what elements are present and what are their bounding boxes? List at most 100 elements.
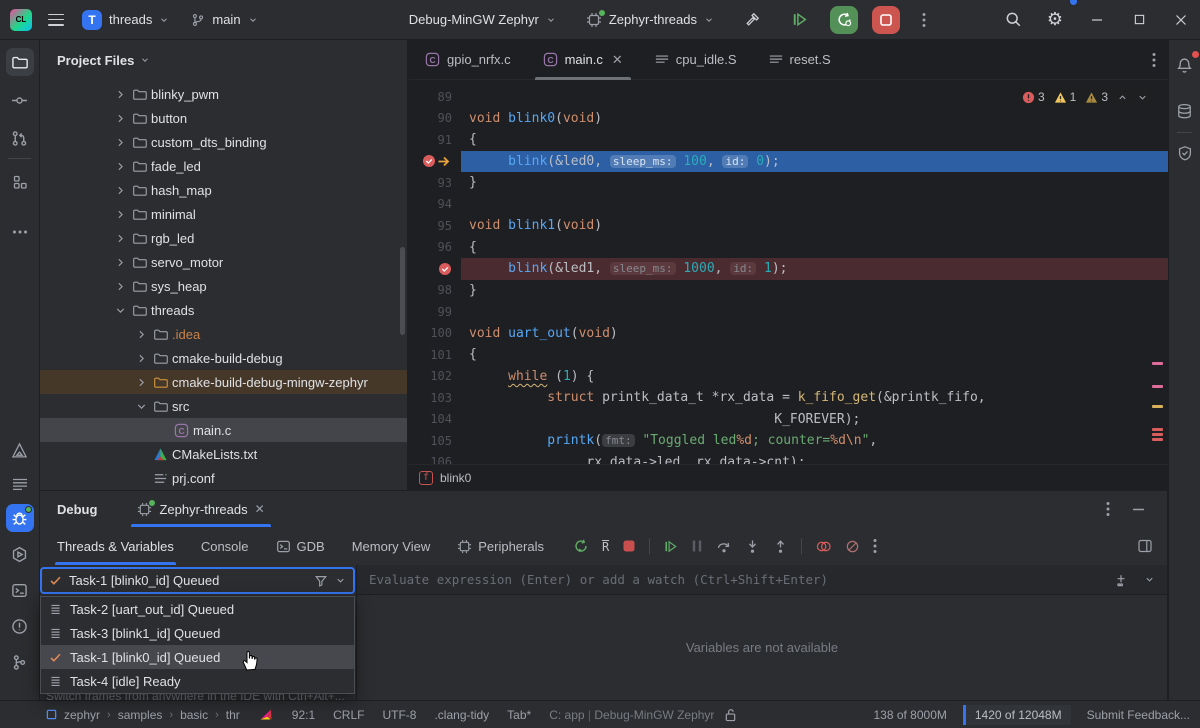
dropdown-item-task-3-blink1-id-queued[interactable]: Task-3 [blink1_id] Queued: [41, 621, 354, 645]
tree-item-cmake-build-debug[interactable]: cmake-build-debug: [40, 346, 407, 370]
code-editor[interactable]: 8990void blink0(void)91{ blink(&led0, sl…: [409, 81, 1168, 464]
tab-options-kebab-icon[interactable]: [1152, 52, 1156, 68]
weak-warning-count[interactable]: 3: [1085, 90, 1108, 104]
chevron-right-icon[interactable]: [112, 136, 129, 149]
editor-gutter[interactable]: 106: [409, 455, 461, 464]
more-actions-kebab-icon[interactable]: [914, 12, 934, 28]
clang-tidy-widget[interactable]: .clang-tidy: [434, 708, 489, 722]
code-text[interactable]: void uart_out(void): [461, 323, 1168, 345]
tab-peripherals[interactable]: Peripherals: [457, 527, 544, 565]
error-count[interactable]: 3: [1022, 90, 1045, 104]
tab-gpio-nrfx-c[interactable]: C gpio_nrfx.c: [413, 40, 523, 80]
tree-item-prj-conf[interactable]: prj.conf: [40, 466, 407, 490]
editor-gutter[interactable]: 102: [409, 369, 461, 383]
editor-gutter[interactable]: 101: [409, 348, 461, 362]
code-text[interactable]: }: [461, 172, 1168, 194]
chevron-right-icon[interactable]: [112, 160, 129, 173]
caret-position[interactable]: 92:1: [292, 708, 315, 722]
indent-style[interactable]: Tab*: [507, 708, 531, 722]
tree-item-main-c[interactable]: Cmain.c: [40, 418, 407, 442]
vcs-branch-widget[interactable]: main: [183, 8, 265, 31]
database-tool-icon[interactable]: [1172, 98, 1198, 124]
code-line-96[interactable]: 96{: [409, 237, 1168, 259]
tree-item-custom-dts-binding[interactable]: custom_dts_binding: [40, 130, 407, 154]
editor-gutter[interactable]: 94: [409, 197, 461, 211]
maximize-window-button[interactable]: [1120, 0, 1158, 40]
tab-cpu-idle-s[interactable]: cpu_idle.S: [643, 40, 749, 80]
code-text[interactable]: {: [461, 344, 1168, 366]
tree-item-fade-led[interactable]: fade_led: [40, 154, 407, 178]
crumb[interactable]: samples: [118, 708, 163, 722]
code-text[interactable]: blink(&led0, sleep_ms: 100, id: 0);: [461, 151, 1168, 173]
submit-feedback-link[interactable]: Submit Feedback...: [1087, 708, 1190, 722]
editor-gutter[interactable]: 89: [409, 90, 461, 104]
resolve-context[interactable]: C: app | Debug-MinGW Zephyr: [549, 708, 714, 722]
main-menu-icon[interactable]: [48, 14, 64, 26]
code-text[interactable]: rx_data->led, rx_data->cnt);: [461, 452, 1168, 465]
project-panel-header[interactable]: Project Files: [40, 40, 407, 80]
chevron-down-icon[interactable]: [1144, 574, 1155, 585]
run-tool-icon[interactable]: [6, 540, 34, 568]
code-line-93[interactable]: 93}: [409, 172, 1168, 194]
tab-memory-view[interactable]: Memory View: [352, 527, 431, 565]
code-line-94[interactable]: 94: [409, 194, 1168, 216]
chevron-right-icon[interactable]: [112, 184, 129, 197]
stripe-mark-red[interactable]: [1152, 438, 1163, 441]
breakpoint-icon[interactable]: [422, 154, 436, 168]
terminal-tool-icon[interactable]: [6, 576, 34, 604]
close-tab-icon[interactable]: ✕: [612, 52, 623, 68]
crumb[interactable]: basic: [180, 708, 208, 722]
chevron-right-icon[interactable]: [112, 88, 129, 101]
hide-tool-window-icon[interactable]: [1132, 503, 1145, 516]
view-breakpoints-icon[interactable]: [815, 539, 832, 554]
debug-more-kebab-icon[interactable]: [873, 538, 877, 554]
editor-gutter[interactable]: 105: [409, 434, 461, 448]
structure-tool-icon[interactable]: [6, 168, 34, 196]
tree-item-servo-motor[interactable]: servo_motor: [40, 250, 407, 274]
breakpoint-icon[interactable]: [438, 262, 452, 276]
code-text[interactable]: {: [461, 129, 1168, 151]
tree-item-rgb-led[interactable]: rgb_led: [40, 226, 407, 250]
close-window-button[interactable]: [1162, 0, 1200, 40]
code-text[interactable]: [461, 301, 1168, 323]
crumb[interactable]: zephyr: [64, 708, 100, 722]
tree-item-threads[interactable]: threads: [40, 298, 407, 322]
tab-gdb[interactable]: GDB: [276, 527, 325, 565]
thread-selector-combobox[interactable]: Task-1 [blink0_id] Queued: [40, 567, 355, 594]
chevron-right-icon[interactable]: [112, 112, 129, 125]
mute-breakpoints-icon[interactable]: [845, 539, 860, 554]
tab-console[interactable]: Console: [201, 527, 249, 565]
prev-issue-chevron-icon[interactable]: [1117, 92, 1128, 103]
tree-item-blinky-pwm[interactable]: blinky_pwm: [40, 82, 407, 106]
code-line-90[interactable]: 90void blink0(void): [409, 108, 1168, 130]
search-everywhere-icon[interactable]: [994, 0, 1032, 40]
filter-funnel-icon[interactable]: [314, 574, 328, 588]
editor-gutter[interactable]: [409, 262, 461, 276]
chevron-right-icon[interactable]: [112, 256, 129, 269]
next-issue-chevron-icon[interactable]: [1137, 92, 1148, 103]
status-breadcrumbs[interactable]: zephyr› samples› basic› thr: [46, 708, 240, 722]
problems-tool-icon[interactable]: [6, 612, 34, 640]
editor-gutter[interactable]: 104: [409, 412, 461, 426]
tree-item-hash-map[interactable]: hash_map: [40, 178, 407, 202]
code-line-104[interactable]: 104 K_FOREVER);: [409, 409, 1168, 431]
chevron-down-icon[interactable]: [133, 400, 150, 413]
project-widget[interactable]: T threads: [74, 6, 177, 34]
code-text[interactable]: blink(&led1, sleep_ms: 1000, id: 1);: [461, 258, 1168, 280]
editor-gutter[interactable]: 93: [409, 176, 461, 190]
memory-indicator[interactable]: 1420 of 12048M: [963, 705, 1071, 725]
code-text[interactable]: K_FOREVER);: [461, 409, 1168, 431]
code-line-101[interactable]: 101{: [409, 344, 1168, 366]
step-out-icon[interactable]: [773, 539, 788, 554]
code-line-98[interactable]: 98}: [409, 280, 1168, 302]
tree-item-src[interactable]: src: [40, 394, 407, 418]
code-text[interactable]: [461, 194, 1168, 216]
file-encoding[interactable]: UTF-8: [382, 708, 416, 722]
editor-gutter[interactable]: 90: [409, 111, 461, 125]
rerun-icon[interactable]: [573, 538, 589, 554]
code-line-100[interactable]: 100void uart_out(void): [409, 323, 1168, 345]
heap-indicator[interactable]: 138 of 8000M: [873, 708, 946, 722]
resume-program-icon[interactable]: [783, 11, 816, 28]
tree-item-minimal[interactable]: minimal: [40, 202, 407, 226]
close-session-icon[interactable]: ✕: [255, 502, 265, 516]
